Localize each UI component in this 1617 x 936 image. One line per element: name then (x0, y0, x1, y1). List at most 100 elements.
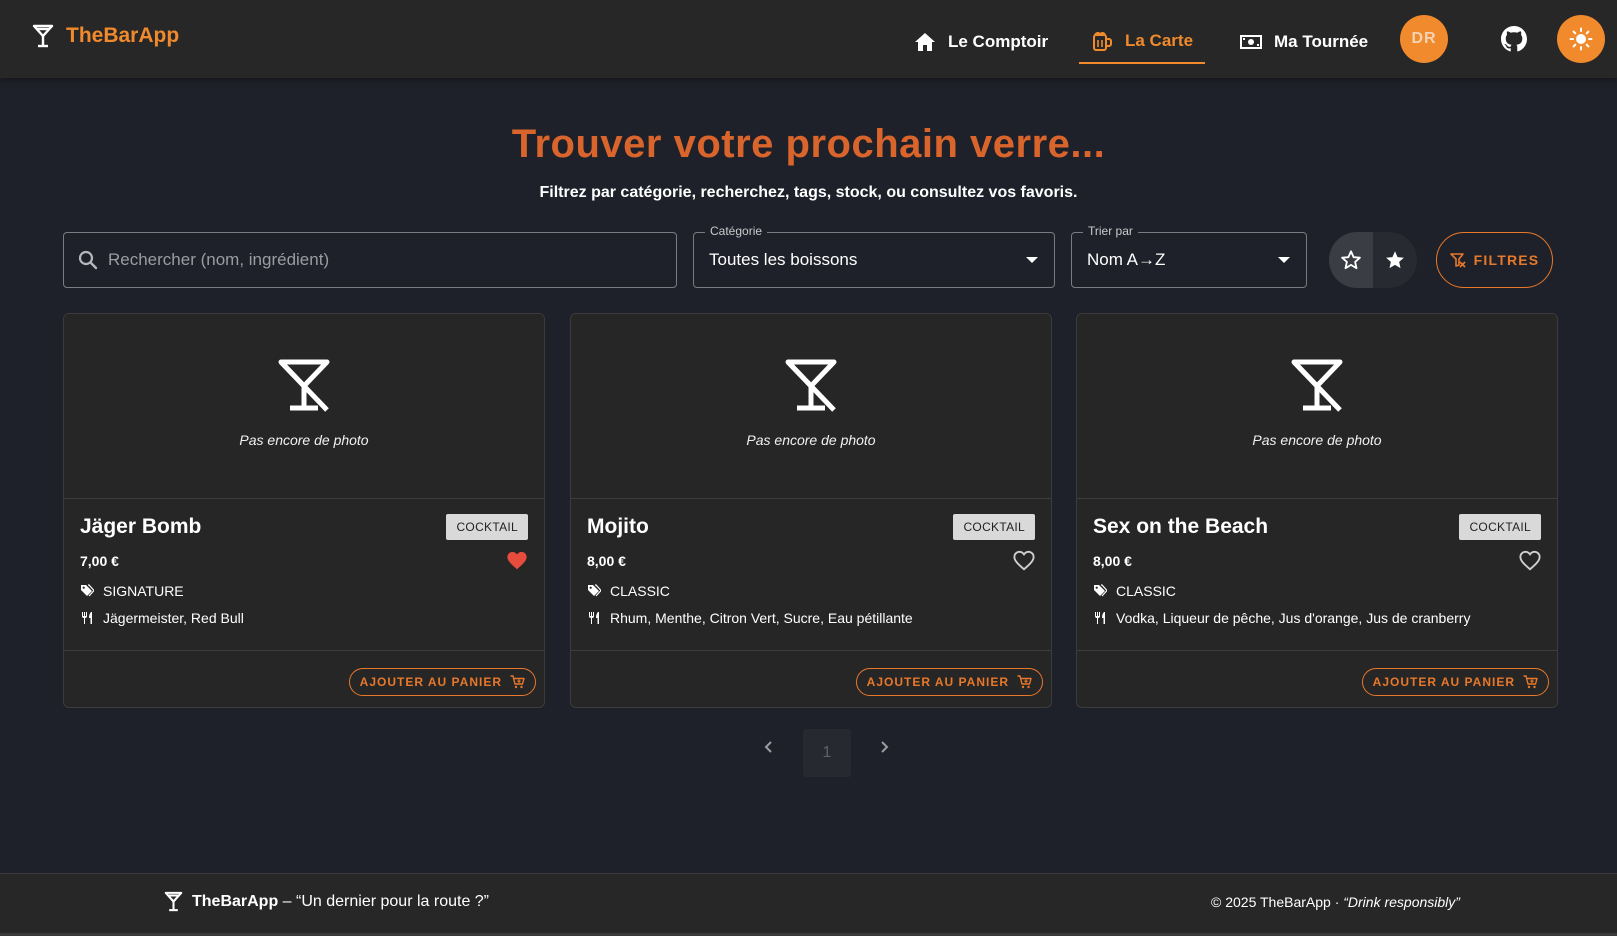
sort-select[interactable]: Trier par Nom A→Z (1071, 224, 1307, 288)
utensils-icon (82, 612, 92, 624)
cocktail-glass-icon (32, 24, 54, 48)
no-photo-caption: Pas encore de photo (239, 432, 369, 448)
money-icon (1240, 35, 1262, 49)
nav-label: Le Comptoir (948, 32, 1049, 51)
sort-legend: Trier par (1083, 224, 1138, 238)
favorite-button[interactable] (506, 550, 528, 577)
tags-icon (81, 584, 94, 597)
footer-brand-name: TheBarApp (192, 892, 279, 910)
footer: TheBarApp – “Un dernier pour la route ?”… (0, 873, 1617, 936)
brand-name: TheBarApp (66, 24, 180, 47)
drink-tag-row: SIGNATURE (80, 583, 184, 599)
brand[interactable]: TheBarApp (32, 24, 179, 48)
github-icon (1501, 26, 1527, 52)
next-page-button[interactable] (877, 740, 891, 759)
category-legend: Catégorie (705, 224, 768, 238)
drink-name: Mojito (587, 515, 649, 538)
card-divider (1077, 650, 1557, 651)
drink-photo-placeholder: Pas encore de photo (64, 314, 544, 499)
search-input[interactable] (108, 250, 648, 270)
cocktail-glass-icon (164, 891, 183, 912)
no-photo-caption: Pas encore de photo (1252, 432, 1382, 448)
tags-icon (588, 584, 601, 597)
utensils-icon (1095, 612, 1105, 624)
favorite-button[interactable] (1013, 550, 1035, 577)
drink-card: Pas encore de photo Sex on the Beach COC… (1076, 313, 1558, 708)
card-divider (64, 650, 544, 651)
drink-photo-placeholder: Pas encore de photo (1077, 314, 1557, 499)
cart-plus-icon (1523, 675, 1538, 689)
footer-brand: TheBarApp – “Un dernier pour la route ?” (164, 891, 489, 912)
drink-tag-row: CLASSIC (587, 583, 670, 599)
show-all-toggle[interactable] (1329, 232, 1373, 288)
drink-tag: CLASSIC (1116, 583, 1176, 599)
add-to-cart-button[interactable]: AJOUTER AU PANIER (1361, 668, 1549, 696)
favorites-toggle-group (1329, 232, 1417, 288)
no-photo-caption: Pas encore de photo (746, 432, 876, 448)
footer-motto: “Drink responsibly” (1343, 894, 1460, 910)
home-icon (915, 33, 935, 51)
add-to-cart-label: AJOUTER AU PANIER (866, 675, 1009, 689)
drink-photo-placeholder: Pas encore de photo (571, 314, 1051, 499)
nav-la-carte[interactable]: La Carte (1079, 20, 1206, 64)
drink-ingredients: Vodka, Liqueur de pêche, Jus d'orange, J… (1116, 610, 1471, 626)
category-select[interactable]: Catégorie Toutes les boissons (693, 224, 1055, 288)
user-avatar[interactable]: DR (1400, 15, 1448, 63)
page-1-button[interactable]: 1 (803, 729, 851, 777)
drink-tag: CLASSIC (610, 583, 670, 599)
show-favorites-toggle[interactable] (1373, 232, 1417, 288)
drink-ingredients: Jägermeister, Red Bull (103, 610, 244, 626)
footer-tagline: – “Un dernier pour la route ?” (278, 892, 490, 910)
heart-outline-icon (1013, 550, 1035, 571)
drink-price: 7,00 € (80, 553, 119, 569)
cart-plus-icon (510, 675, 525, 689)
search-icon (78, 250, 98, 270)
nav-label: La Carte (1125, 31, 1194, 50)
tags-icon (1094, 584, 1107, 597)
category-value: Toutes les boissons (709, 250, 858, 269)
card-divider (571, 650, 1051, 651)
drink-card: Pas encore de photo Mojito COCKTAIL 8,00… (570, 313, 1052, 708)
theme-toggle-button[interactable] (1557, 15, 1605, 63)
nav-le-comptoir[interactable]: Le Comptoir (902, 20, 1060, 64)
heart-filled-icon (507, 551, 527, 570)
add-to-cart-label: AJOUTER AU PANIER (1372, 675, 1515, 689)
github-button[interactable] (1492, 22, 1536, 56)
drink-ingredients-row: Jägermeister, Red Bull (80, 610, 244, 626)
star-filled-icon (1386, 251, 1404, 269)
heart-outline-icon (1519, 550, 1541, 571)
category-badge: COCKTAIL (953, 514, 1035, 540)
no-drink-icon (1291, 359, 1343, 412)
page-title: Trouver votre prochain verre... (511, 122, 1106, 166)
drink-name: Jäger Bomb (80, 515, 202, 538)
drink-name: Sex on the Beach (1093, 515, 1269, 538)
chevron-right-icon (881, 741, 889, 753)
drink-tag-row: CLASSIC (1093, 583, 1176, 599)
category-badge: COCKTAIL (1459, 514, 1541, 540)
nav-label: Ma Tournée (1274, 32, 1369, 51)
copyright-text: © 2025 TheBarApp · (1211, 894, 1344, 910)
drink-ingredients-row: Rhum, Menthe, Citron Vert, Sucre, Eau pé… (587, 610, 913, 626)
filter-off-icon (1449, 253, 1466, 268)
star-outline-icon (1341, 250, 1361, 270)
filters-button[interactable]: FILTRES (1436, 232, 1553, 288)
previous-page-button[interactable] (762, 740, 776, 759)
search-field[interactable] (63, 232, 677, 288)
add-to-cart-button[interactable]: AJOUTER AU PANIER (855, 668, 1043, 696)
add-to-cart-button[interactable]: AJOUTER AU PANIER (348, 668, 536, 696)
page-subtitle: Filtrez par catégorie, recherchez, tags,… (539, 184, 1078, 201)
footer-copyright: © 2025 TheBarApp · “Drink responsibly” (1211, 894, 1460, 910)
category-badge: COCKTAIL (446, 514, 528, 540)
no-drink-icon (785, 359, 837, 412)
chevron-down-icon (1026, 257, 1038, 263)
drink-price: 8,00 € (1093, 553, 1132, 569)
favorite-button[interactable] (1519, 550, 1541, 577)
drink-tag: SIGNATURE (103, 583, 184, 599)
sort-value: Nom A→Z (1087, 250, 1166, 269)
nav-ma-tournee[interactable]: Ma Tournée (1228, 20, 1380, 64)
utensils-icon (589, 612, 599, 624)
drink-price: 8,00 € (587, 553, 626, 569)
beer-mug-icon (1093, 32, 1112, 51)
sun-icon (1569, 27, 1593, 51)
drink-ingredients: Rhum, Menthe, Citron Vert, Sucre, Eau pé… (610, 610, 913, 626)
